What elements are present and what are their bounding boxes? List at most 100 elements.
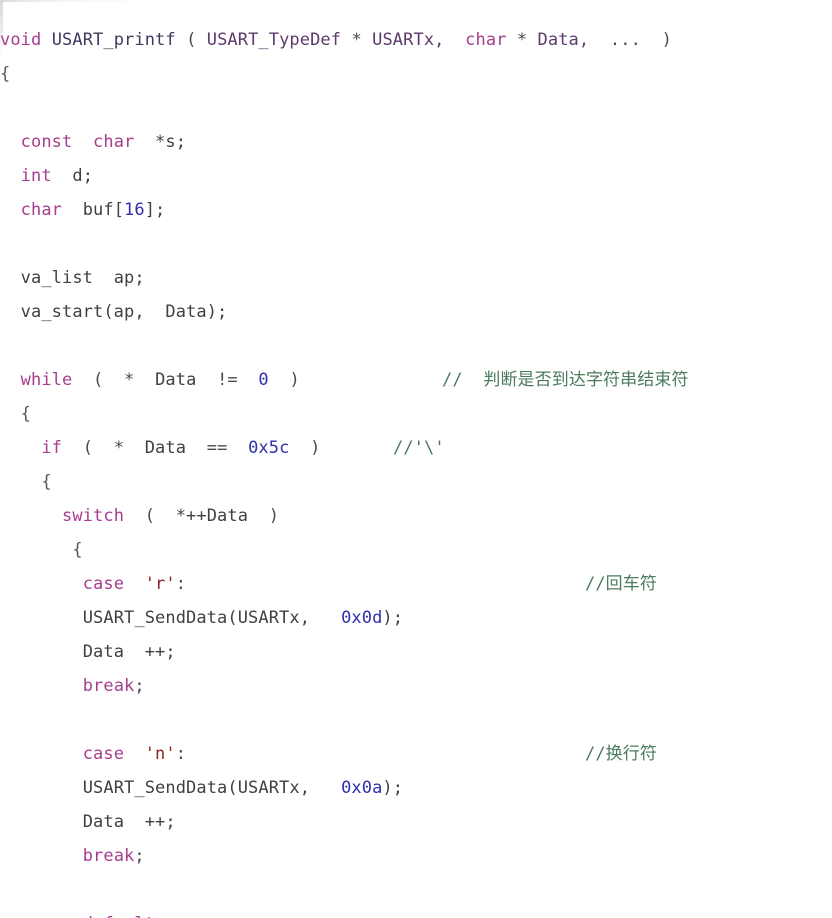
code-token-keyword: break [82, 846, 135, 866]
code-line[interactable]: USART_SendData(USARTx, 0x0d); [0, 601, 832, 635]
code-line[interactable]: case 'r': //回车符 [0, 567, 832, 601]
code-token-plain: ]; [144, 200, 166, 220]
code-line[interactable]: { [0, 397, 832, 431]
code-token-brace: { [41, 472, 52, 492]
code-line[interactable]: break; [0, 839, 832, 873]
code-line[interactable]: char buf[16]; [0, 193, 832, 227]
code-token-plain: ap; [113, 268, 145, 288]
code-line[interactable]: Data ++; [0, 635, 832, 669]
code-token-punct: ( [144, 506, 156, 526]
code-token-punct: ; [134, 676, 145, 696]
code-token-keyword: char [465, 30, 507, 50]
code-token-number: 0 [258, 370, 269, 390]
code-token-punct: == [206, 438, 228, 458]
code-blank-line[interactable] [0, 873, 832, 907]
code-token-plain: ); [382, 608, 404, 628]
code-line[interactable]: if ( * Data == 0x5c ) //'\' [0, 431, 832, 465]
code-line[interactable]: int d; [0, 159, 832, 193]
code-line[interactable]: { [0, 533, 832, 567]
code-token-keyword: switch [62, 506, 125, 526]
code-line[interactable]: switch ( *++Data ) [0, 499, 832, 533]
code-token-plain: va_start(ap, [20, 302, 145, 322]
code-token-type: USART_TypeDef [206, 30, 342, 50]
code-token-keyword: default [83, 914, 155, 918]
code-blank-line[interactable] [0, 91, 832, 125]
code-token-punct: : [175, 574, 187, 594]
code-blank-line[interactable] [0, 227, 832, 261]
code-token-punct: : [175, 744, 187, 764]
code-token-punct: ... [609, 30, 641, 50]
code-token-keyword: char [93, 132, 135, 152]
code-blank-line[interactable] [0, 703, 832, 737]
code-line[interactable]: while ( * Data != 0 ) // 判断是否到达字符串结束符 [0, 363, 832, 397]
code-token-keyword: case [82, 744, 125, 764]
code-blank-line[interactable] [0, 329, 832, 363]
code-inline-comment: //'\' [393, 438, 445, 458]
code-line[interactable]: { [0, 57, 832, 91]
code-token-punct: != [217, 370, 238, 390]
code-inline-comment: // 判断是否到达字符串结束符 [442, 370, 689, 390]
code-token-punct: * [516, 30, 528, 50]
code-line[interactable]: Data ++; [0, 805, 832, 839]
code-token-punct: ( [82, 438, 94, 458]
code-line[interactable]: default: [0, 907, 832, 918]
code-token-plain: *s; [155, 132, 187, 152]
code-token-plain: USART_SendData(USARTx, [82, 778, 311, 798]
code-inline-comment: //回车符 [585, 574, 657, 594]
code-line[interactable]: void USART_printf ( USART_TypeDef * USAR… [0, 23, 832, 57]
code-token-keyword: if [41, 438, 63, 458]
code-token-plain: ++; [144, 812, 176, 832]
code-token-punct: * [351, 30, 362, 50]
code-token-punct: ) [661, 30, 672, 50]
code-line[interactable]: va_start(ap, Data); [0, 295, 832, 329]
code-line[interactable]: break; [0, 669, 832, 703]
code-token-keyword: case [82, 574, 125, 594]
code-line[interactable]: va_list ap; [0, 261, 832, 295]
code-line[interactable]: { [0, 465, 832, 499]
code-listing[interactable]: void USART_printf ( USART_TypeDef * USAR… [0, 17, 832, 918]
code-line[interactable]: case 'n': //换行符 [0, 737, 832, 771]
code-token-punct: * [124, 370, 135, 390]
code-token-plain: Data [82, 812, 125, 832]
code-screenshot-surface: void USART_printf ( USART_TypeDef * USAR… [0, 0, 832, 918]
page-edge-top-decoration [0, 0, 832, 2]
code-line[interactable]: USART_SendData(USARTx, 0x0a); [0, 771, 832, 805]
code-token-plain: Data [82, 642, 125, 662]
code-token-punct: ; [134, 846, 145, 866]
code-token-plain: USART_SendData(USARTx, [82, 608, 311, 628]
code-inline-comment: //换行符 [585, 744, 657, 764]
code-token-number: 0x5c [248, 438, 290, 458]
code-line[interactable]: const char *s; [0, 125, 832, 159]
code-token-punct: * [113, 438, 125, 458]
